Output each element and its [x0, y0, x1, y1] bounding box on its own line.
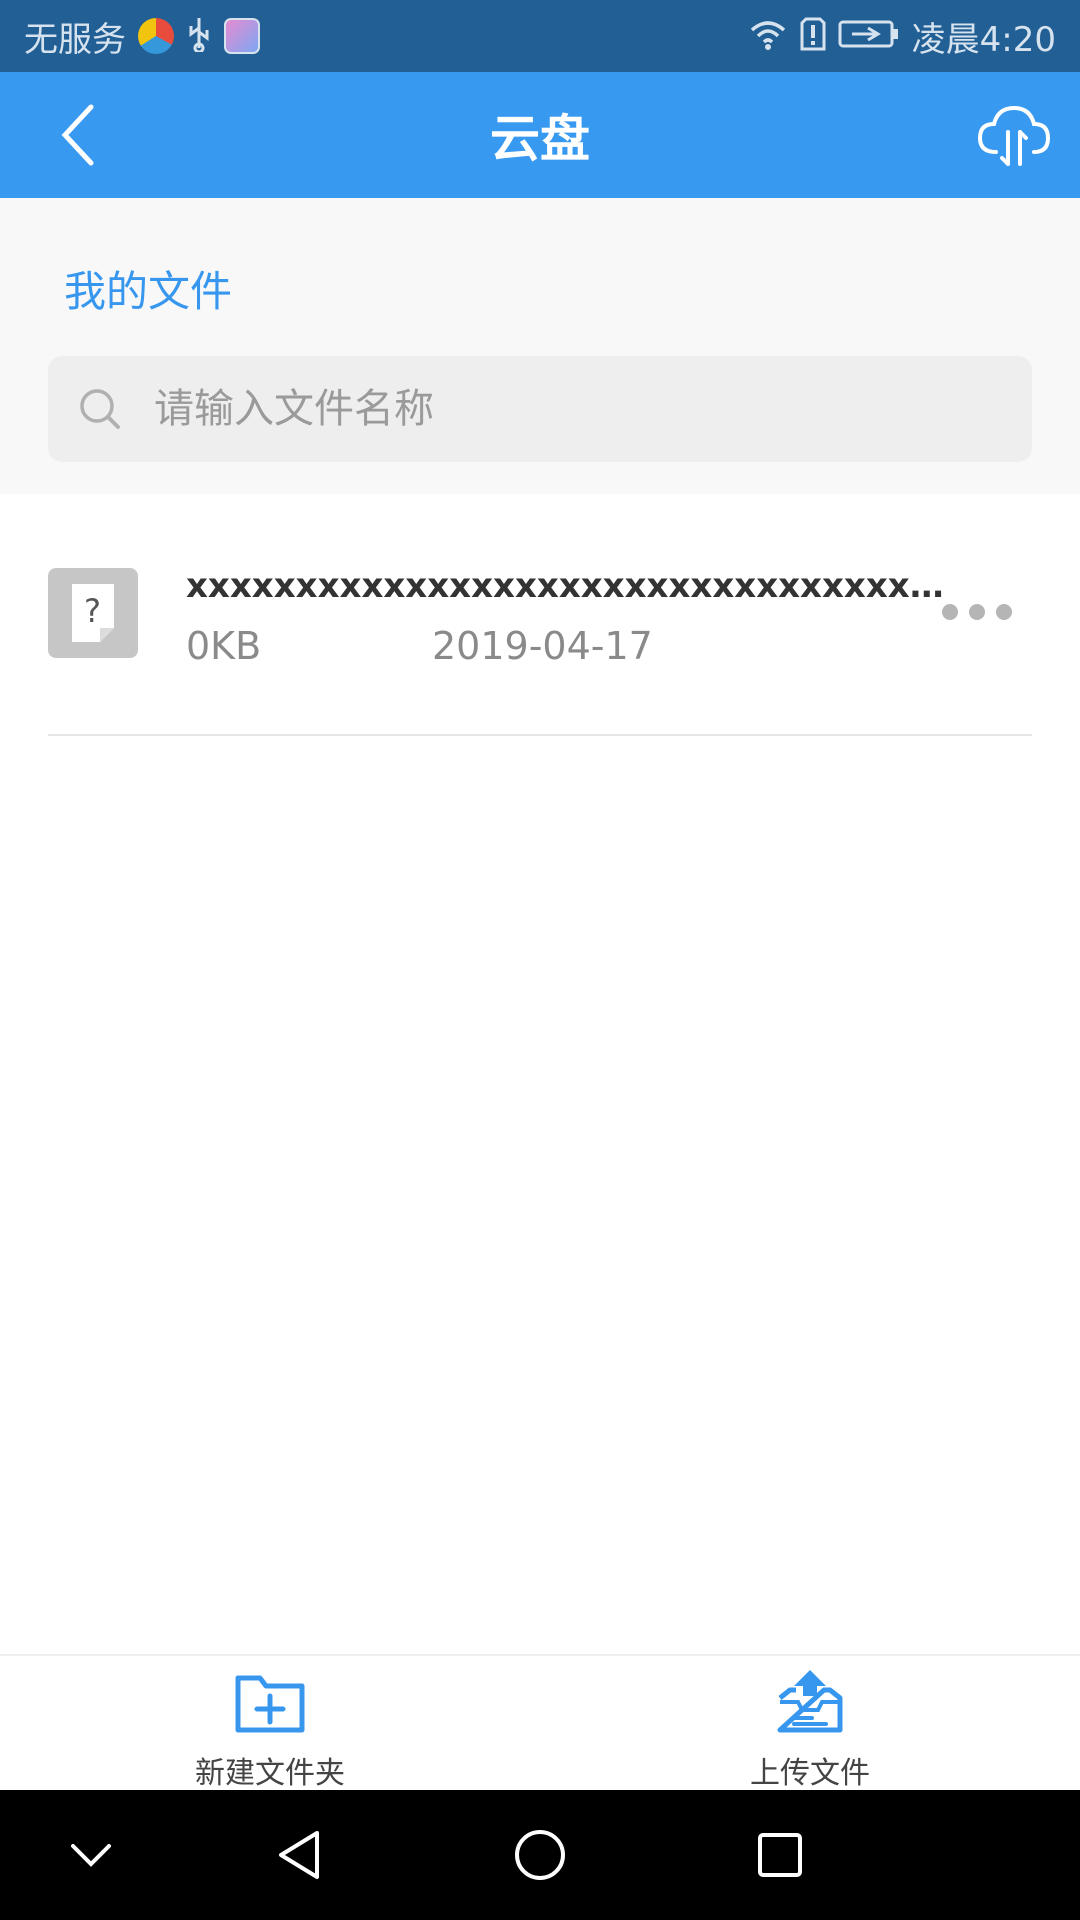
square-recents-icon: [758, 1833, 802, 1877]
new-folder-icon: [235, 1675, 305, 1733]
nav-collapse-button[interactable]: [56, 1820, 126, 1890]
status-bar: 无服务 凌晨4:20: [0, 0, 1080, 72]
files-section: 我的文件: [0, 198, 1080, 494]
page-title: 云盘: [490, 110, 590, 168]
file-date: 2019-04-17: [432, 624, 653, 668]
upload-file-button[interactable]: 上传文件: [540, 1656, 1080, 1792]
chevron-left-icon: [61, 104, 94, 166]
battery-icon: [838, 18, 900, 54]
clock-text: 凌晨4:20: [911, 19, 1056, 60]
status-bar-right: 凌晨4:20: [748, 12, 1056, 61]
new-folder-label: 新建文件夹: [195, 1756, 345, 1791]
svg-text:?: ?: [84, 592, 101, 630]
nav-home-button[interactable]: [505, 1820, 575, 1890]
nav-back-button[interactable]: [264, 1820, 334, 1890]
search-input[interactable]: [152, 385, 976, 433]
app-notification-icon: [224, 18, 260, 54]
circle-home-icon: [515, 1830, 565, 1880]
nav-recents-button[interactable]: [745, 1820, 815, 1890]
carrier-text: 无服务: [24, 19, 126, 60]
file-list-item[interactable]: ? xxxxxxxxxxxxxxxxxxxxxxxxxxxxxxxxxx… 0K…: [48, 494, 1032, 736]
wifi-icon: [748, 18, 788, 54]
more-dot-icon: [996, 604, 1012, 620]
back-button[interactable]: [40, 98, 114, 172]
browser-app-icon: [138, 18, 174, 54]
sim-alert-icon: [800, 17, 826, 55]
usb-icon: [186, 16, 212, 56]
triangle-back-icon: [279, 1831, 319, 1879]
new-folder-button[interactable]: 新建文件夹: [0, 1656, 540, 1792]
system-nav-bar: [0, 1790, 1080, 1920]
more-options-button[interactable]: [942, 590, 1012, 634]
search-icon: [80, 389, 120, 429]
status-bar-left: 无服务: [24, 12, 260, 61]
section-title: 我的文件: [64, 267, 233, 316]
file-name: xxxxxxxxxxxxxxxxxxxxxxxxxxxxxxxxxx…: [186, 566, 946, 606]
upload-inbox-icon: [777, 1670, 843, 1733]
file-size: 0KB: [186, 624, 262, 668]
more-dot-icon: [969, 604, 985, 620]
chevron-down-icon: [71, 1844, 111, 1867]
app-header: 云盘: [0, 72, 1080, 198]
more-dot-icon: [942, 604, 958, 620]
search-bar[interactable]: [48, 356, 1032, 462]
bottom-toolbar: 新建文件夹 上传文件: [0, 1654, 1080, 1792]
cloud-transfer-button[interactable]: [972, 94, 1056, 178]
unknown-file-icon: ?: [48, 568, 138, 658]
cloud-transfer-icon: [977, 105, 1051, 166]
upload-file-label: 上传文件: [750, 1756, 870, 1791]
